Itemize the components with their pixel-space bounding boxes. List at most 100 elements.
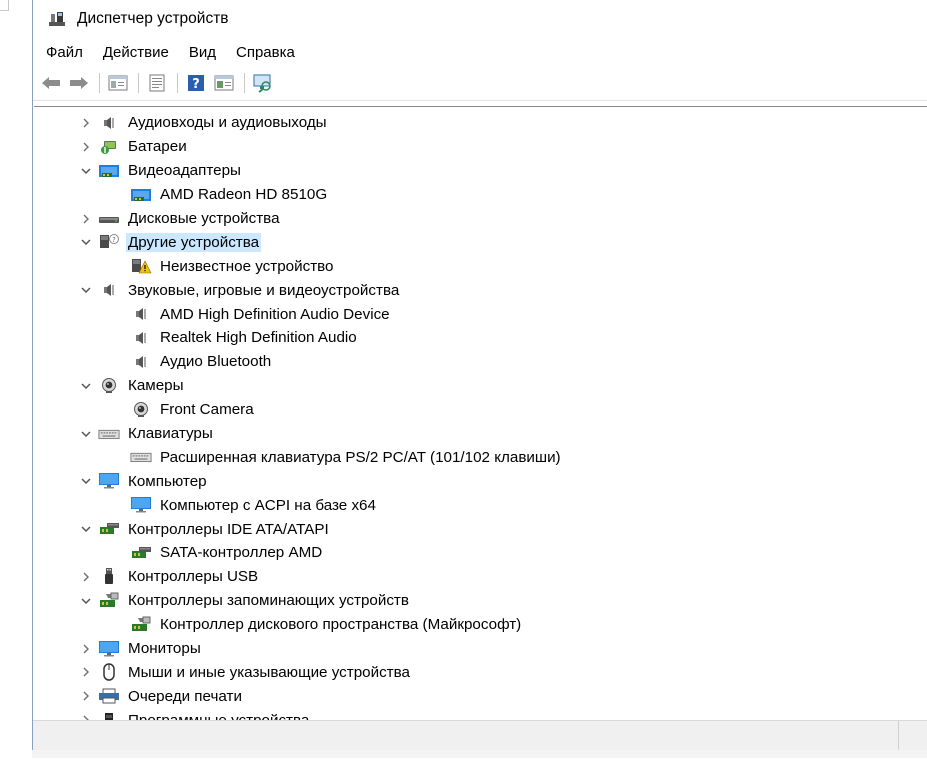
expander-button[interactable] xyxy=(76,381,96,391)
status-bar-divider xyxy=(898,721,899,751)
menu-bar: Файл Действие Вид Справка xyxy=(33,38,927,66)
device-category-node[interactable]: Аудиовходы и аудиовыходы xyxy=(34,111,927,135)
device-tree-label: Компьютер xyxy=(128,472,207,490)
toolbar-separator xyxy=(138,73,139,93)
help-icon: ? xyxy=(188,75,204,92)
expander-button[interactable] xyxy=(76,571,96,583)
device-tree-label: Front Camera xyxy=(160,401,254,419)
device-tree-item[interactable]: Компьютер с ACPI на базе x64 xyxy=(34,493,927,517)
device-tree-item[interactable]: AMD Radeon HD 8510G xyxy=(34,183,927,207)
device-tree-list: Аудиовходы и аудиовыходы Батареи Видеоадап… xyxy=(34,111,927,721)
expander-button[interactable] xyxy=(76,429,96,439)
device-tree-label: AMD Radeon HD 8510G xyxy=(160,186,328,204)
camera-icon xyxy=(98,377,120,395)
expander-button[interactable] xyxy=(76,476,96,486)
device-tree-label: Контроллер дискового пространства (Майкр… xyxy=(160,616,522,634)
device-tree-item[interactable]: Неизвестное устройство xyxy=(34,254,927,278)
device-tree-label: Дисковые устройства xyxy=(128,210,280,227)
device-category-node[interactable]: Камеры xyxy=(34,374,927,398)
device-tree-label: Аудио Bluetooth xyxy=(160,353,272,371)
device-tree-item[interactable]: Расширенная клавиатура PS/2 PC/AT (101/1… xyxy=(34,445,927,469)
device-manager-window: Диспетчер устройств Файл Действие Вид Сп… xyxy=(32,0,927,751)
menu-help[interactable]: Справка xyxy=(236,44,295,61)
svg-text:?: ? xyxy=(112,236,116,244)
device-tree-label: Расширенная клавиатура PS/2 PC/AT (101/1… xyxy=(160,448,561,466)
device-category-node[interactable]: Контроллеры IDE ATA/ATAPI xyxy=(34,517,927,541)
device-category-node[interactable]: Компьютер xyxy=(34,469,927,493)
device-tree-label: Клавиатуры xyxy=(128,425,213,443)
device-tree[interactable]: Аудиовходы и аудиовыходы Батареи Видеоадап… xyxy=(34,106,927,721)
expand-chevron-icon xyxy=(83,667,89,677)
properties-button[interactable] xyxy=(145,71,169,95)
view-button[interactable] xyxy=(212,71,236,95)
collapse-chevron-icon xyxy=(81,478,91,485)
device-category-node[interactable]: Видеоадаптеры xyxy=(34,159,927,183)
menu-file[interactable]: Файл xyxy=(46,44,83,61)
device-tree-item[interactable]: AMD High Definition Audio Device xyxy=(34,302,927,326)
help-button[interactable]: ? xyxy=(184,71,208,95)
device-tree-item[interactable]: Аудио Bluetooth xyxy=(34,350,927,374)
menu-action[interactable]: Действие xyxy=(103,44,169,61)
expander-button[interactable] xyxy=(76,690,96,702)
device-category-node[interactable]: Клавиатуры xyxy=(34,422,927,446)
expand-chevron-icon xyxy=(83,644,89,654)
ide-controller-icon xyxy=(130,544,152,562)
device-category-node[interactable]: Батареи xyxy=(34,135,927,159)
scan-hardware-button[interactable] xyxy=(251,71,275,95)
expander-button[interactable] xyxy=(76,643,96,655)
device-category-node[interactable]: Дисковые устройства xyxy=(34,207,927,231)
audio-icon xyxy=(130,353,152,371)
expander-button[interactable] xyxy=(76,285,96,295)
device-category-node[interactable]: ? Другие устройства xyxy=(34,230,927,254)
toolbar-separator xyxy=(177,73,178,93)
display-adapter-icon xyxy=(130,186,152,204)
status-bar xyxy=(33,720,927,751)
toolbar-separator xyxy=(99,73,100,93)
menu-view[interactable]: Вид xyxy=(189,44,216,61)
monitor-icon xyxy=(98,472,120,490)
device-category-node[interactable]: Контроллеры USB xyxy=(34,565,927,589)
collapse-chevron-icon xyxy=(81,287,91,294)
back-icon xyxy=(42,77,60,89)
window-title: Диспетчер устройств xyxy=(77,10,229,27)
keyboard-icon xyxy=(130,448,152,466)
expander-button[interactable] xyxy=(76,213,96,225)
device-tree-item[interactable]: Front Camera xyxy=(34,398,927,422)
show-hide-tree-icon xyxy=(108,75,128,91)
expand-chevron-icon xyxy=(83,572,89,582)
expander-button[interactable] xyxy=(76,117,96,129)
device-tree-item[interactable]: Контроллер дискового пространства (Майкр… xyxy=(34,613,927,637)
device-category-node[interactable]: Очереди печати xyxy=(34,684,927,708)
expander-button[interactable] xyxy=(76,166,96,176)
storage-controller-icon xyxy=(98,592,120,610)
toolbar: ? xyxy=(33,66,927,101)
expander-button[interactable] xyxy=(76,237,96,247)
expander-button[interactable] xyxy=(76,666,96,678)
forward-icon xyxy=(70,77,88,89)
printer-icon xyxy=(98,687,120,705)
device-tree-label: Realtek High Definition Audio xyxy=(160,329,357,347)
collapse-chevron-icon xyxy=(81,239,91,246)
usb-icon xyxy=(98,567,120,586)
expander-button[interactable] xyxy=(76,141,96,153)
expander-button[interactable] xyxy=(76,596,96,606)
audio-icon xyxy=(98,281,120,299)
device-tree-label: Контроллеры запоминающих устройств xyxy=(128,592,409,610)
monitor-icon xyxy=(130,496,152,514)
device-category-node[interactable]: Мыши и иные указывающие устройства xyxy=(34,660,927,684)
disk-icon xyxy=(98,210,120,228)
show-hide-tree-button[interactable] xyxy=(106,71,130,95)
mouse-icon xyxy=(98,663,120,682)
device-tree-label: Контроллеры USB xyxy=(128,568,259,586)
audio-icon xyxy=(98,114,120,132)
device-tree-item[interactable]: SATA-контроллер AMD xyxy=(34,541,927,565)
device-tree-item[interactable]: Realtek High Definition Audio xyxy=(34,326,927,350)
collapse-chevron-icon xyxy=(81,526,91,533)
back-button[interactable] xyxy=(39,71,63,95)
device-category-node[interactable]: Мониторы xyxy=(34,637,927,661)
title-bar[interactable]: Диспетчер устройств xyxy=(33,0,927,38)
device-category-node[interactable]: Контроллеры запоминающих устройств xyxy=(34,589,927,613)
expander-button[interactable] xyxy=(76,524,96,534)
device-category-node[interactable]: Звуковые, игровые и видеоустройства xyxy=(34,278,927,302)
forward-button[interactable] xyxy=(67,71,91,95)
